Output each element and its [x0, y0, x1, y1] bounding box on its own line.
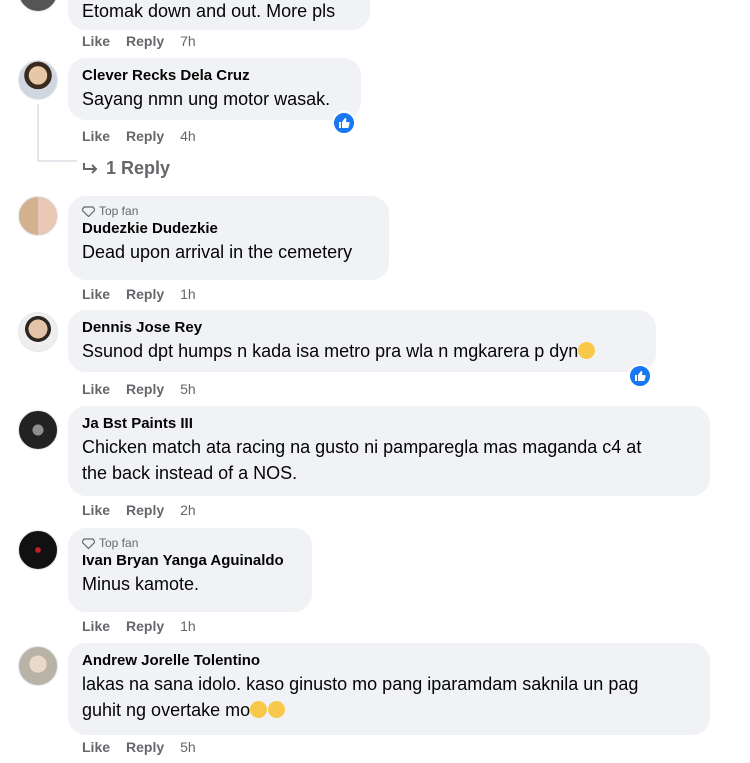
like-button[interactable]: Like: [82, 381, 110, 397]
comment-bubble: Andrew Jorelle Tolentino lakas na sana i…: [68, 643, 710, 735]
thread-line: [37, 104, 39, 162]
comment-actions: Like Reply 1h: [82, 286, 196, 302]
avatar[interactable]: [18, 312, 58, 352]
comment-author[interactable]: Dudezkie Dudezkie: [82, 219, 375, 239]
comment-text: Sayang nmn ung motor wasak.: [82, 89, 331, 109]
comment-bubble: Ja Bst Paints III Chicken match ata raci…: [68, 406, 710, 496]
timestamp[interactable]: 7h: [180, 33, 196, 49]
timestamp[interactable]: 1h: [180, 618, 196, 634]
comment-bubble: Clever Recks Dela Cruz Sayang nmn ung mo…: [68, 58, 361, 120]
comment-actions: Like Reply 7h: [82, 33, 196, 49]
view-replies-link[interactable]: 1 Reply: [82, 158, 170, 179]
reply-button[interactable]: Reply: [126, 381, 164, 397]
timestamp[interactable]: 5h: [180, 739, 196, 755]
timestamp[interactable]: 1h: [180, 286, 196, 302]
comment-text-line: Chicken match ata racing na gusto ni pam…: [82, 437, 642, 457]
comment-author[interactable]: Clever Recks Dela Cruz: [82, 66, 347, 86]
comment-bubble: Top fan Ivan Bryan Yanga Aguinaldo Minus…: [68, 528, 312, 612]
comment-text: Minus kamote.: [82, 574, 200, 594]
like-reaction-icon[interactable]: [628, 364, 652, 388]
thinking-emoji-icon: [578, 342, 596, 359]
like-button[interactable]: Like: [82, 286, 110, 302]
comment-text: Etomak down and out. More pls: [82, 1, 336, 21]
like-button[interactable]: Like: [82, 128, 110, 144]
comment-text-content: Ssunod dpt humps n kada isa metro pra wl…: [82, 341, 579, 361]
comment-text: Dead upon arrival in the cemetery: [82, 242, 353, 262]
comment-actions: Like Reply 5h: [82, 739, 196, 755]
comment-text: Ssunod dpt humps n kada isa metro pra wl…: [82, 338, 642, 364]
diamond-icon: [82, 537, 95, 549]
diamond-icon: [82, 205, 95, 217]
comment-actions: Like Reply 1h: [82, 618, 196, 634]
reply-button[interactable]: Reply: [126, 128, 164, 144]
comment-text-line: the back instead of a NOS.: [82, 463, 298, 483]
avatar[interactable]: [18, 646, 58, 686]
like-button[interactable]: Like: [82, 502, 110, 518]
comment-author[interactable]: Ja Bst Paints III: [82, 414, 696, 434]
comment-actions: Like Reply 4h: [82, 128, 196, 144]
like-button[interactable]: Like: [82, 739, 110, 755]
timestamp[interactable]: 4h: [180, 128, 196, 144]
comment-author[interactable]: Dennis Jose Rey: [82, 318, 642, 338]
reply-button[interactable]: Reply: [126, 618, 164, 634]
badge-label: Top fan: [99, 204, 139, 218]
comment-text-line-2: guhit ng overtake mo: [82, 697, 696, 723]
like-button[interactable]: Like: [82, 33, 110, 49]
top-fan-badge: Top fan: [82, 203, 375, 219]
avatar[interactable]: [18, 0, 58, 12]
reply-button[interactable]: Reply: [126, 286, 164, 302]
comment-bubble: Dennis Jose Rey Ssunod dpt humps n kada …: [68, 310, 656, 372]
avatar[interactable]: [18, 60, 58, 100]
avatar[interactable]: [18, 410, 58, 450]
comment-text-line: lakas na sana idolo. kaso ginusto mo pan…: [82, 674, 639, 694]
view-replies-label: 1 Reply: [106, 158, 171, 178]
top-fan-badge: Top fan: [82, 535, 298, 551]
badge-label: Top fan: [99, 536, 139, 550]
reply-button[interactable]: Reply: [126, 739, 164, 755]
like-reaction-icon[interactable]: [332, 111, 356, 135]
avatar[interactable]: [18, 530, 58, 570]
comment-text-content: guhit ng overtake mo: [82, 700, 251, 720]
thread-line: [37, 160, 77, 162]
comment-actions: Like Reply 5h: [82, 381, 196, 397]
like-button[interactable]: Like: [82, 618, 110, 634]
laughing-emoji-icon: [250, 701, 268, 718]
reply-button[interactable]: Reply: [126, 502, 164, 518]
timestamp[interactable]: 2h: [180, 502, 196, 518]
reply-button[interactable]: Reply: [126, 33, 164, 49]
reply-arrow-icon: [83, 162, 98, 174]
comment-actions: Like Reply 2h: [82, 502, 196, 518]
timestamp[interactable]: 5h: [180, 381, 196, 397]
avatar[interactable]: [18, 196, 58, 236]
comment-bubble: Etomak down and out. More pls: [68, 0, 370, 30]
comment-author[interactable]: Ivan Bryan Yanga Aguinaldo: [82, 551, 298, 571]
comment-author[interactable]: Andrew Jorelle Tolentino: [82, 651, 696, 671]
comment-bubble: Top fan Dudezkie Dudezkie Dead upon arri…: [68, 196, 389, 280]
laughing-emoji-icon: [268, 701, 286, 718]
